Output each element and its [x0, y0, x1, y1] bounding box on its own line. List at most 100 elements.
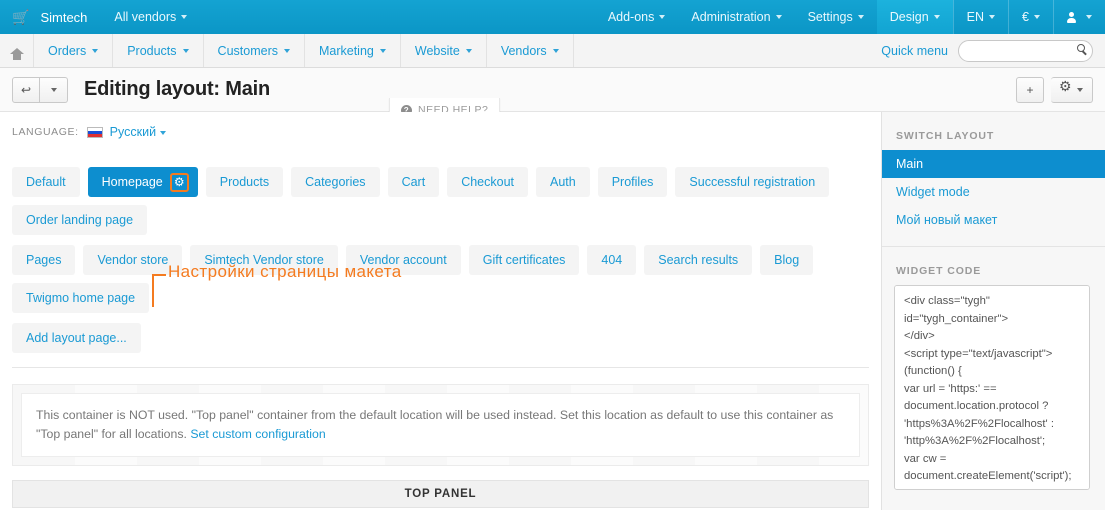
chevron-down-icon	[181, 15, 188, 19]
nav-item-products[interactable]: Products	[113, 34, 204, 67]
tab-twigmo-home-page[interactable]: Twigmo home page	[12, 283, 150, 313]
tab-checkout[interactable]: Checkout	[447, 167, 528, 197]
chevron-down-icon	[552, 48, 559, 53]
nav-item-vendors[interactable]: Vendors	[487, 34, 574, 67]
tab-homepage[interactable]: Homepage ⚙	[87, 167, 198, 197]
container-notice: This container is NOT used. "Top panel" …	[21, 393, 860, 458]
vendor-selector[interactable]: All vendors	[101, 0, 200, 34]
add-button[interactable]: +	[1016, 76, 1044, 103]
widget-code-textarea[interactable]: <div class="tygh" id="tygh_container"> <…	[894, 285, 1090, 490]
sidebar-layout-widget-mode[interactable]: Widget mode	[882, 178, 1105, 206]
top-bar-right: Add-ons Administration Settings Design E…	[595, 0, 1105, 34]
tab-vendor-account[interactable]: Vendor account	[345, 245, 461, 275]
tab-homepage-label: Homepage	[101, 175, 163, 189]
tab-successful-registration[interactable]: Successful registration	[675, 167, 830, 197]
nav-item-products-label: Products	[127, 43, 177, 58]
tab-cart[interactable]: Cart	[387, 167, 440, 197]
user-account-icon	[1067, 11, 1076, 23]
layout-page-tabs-row-2: Pages Vendor store Simtech Vendor store …	[12, 235, 869, 313]
menu-design[interactable]: Design	[876, 0, 953, 34]
gear-icon[interactable]: ⚙	[169, 172, 189, 192]
nav-item-website-label: Website	[414, 43, 460, 58]
search-box	[958, 39, 1093, 62]
page-body: LANGUAGE: Русский Настройки страницы мак…	[0, 112, 1105, 510]
nav-item-customers-label: Customers	[217, 43, 278, 58]
sidebar-layout-custom[interactable]: Мой новый макет	[882, 206, 1105, 234]
container-header-top-panel: TOP PANEL	[12, 480, 869, 509]
tab-404[interactable]: 404	[587, 245, 637, 275]
switch-layout-title: SWITCH LAYOUT	[896, 130, 995, 142]
menu-settings[interactable]: Settings	[795, 0, 877, 34]
chevron-down-icon	[182, 48, 189, 53]
tab-default[interactable]: Default	[12, 167, 80, 197]
vendor-selector-label: All vendors	[114, 10, 177, 24]
add-layout-page-button[interactable]: Add layout page...	[12, 323, 141, 353]
top-bar: 🛒 Simtech All vendors Add-ons Administra…	[0, 0, 1105, 34]
language-selector-label: Русский	[109, 125, 157, 139]
layout-page-tabs-row-1: Default Homepage ⚙ Products Categories C…	[12, 139, 869, 235]
chevron-down-icon	[1034, 15, 1040, 19]
tab-auth[interactable]: Auth	[536, 167, 590, 197]
brand-name: Simtech	[40, 9, 88, 25]
tab-blog[interactable]: Blog	[760, 245, 814, 275]
tab-search-results[interactable]: Search results	[644, 245, 753, 275]
nav-home-button[interactable]	[0, 34, 34, 67]
back-button-group: ↩	[12, 76, 68, 103]
nav-item-vendors-label: Vendors	[500, 43, 547, 58]
menu-administration[interactable]: Administration	[678, 0, 794, 34]
chevron-down-icon	[92, 48, 99, 53]
right-sidebar: SWITCH LAYOUT Main Widget mode Мой новый…	[881, 112, 1105, 510]
chevron-down-icon	[283, 48, 290, 53]
set-custom-configuration-link[interactable]: Set custom configuration	[190, 427, 325, 441]
quick-menu-link[interactable]: Quick menu	[881, 44, 948, 58]
settings-dropdown-button[interactable]	[1051, 76, 1093, 103]
sidebar-layout-main[interactable]: Main	[882, 150, 1105, 178]
language-selector[interactable]: Русский	[109, 125, 167, 139]
user-account-menu[interactable]	[1053, 0, 1105, 34]
tab-profiles[interactable]: Profiles	[597, 167, 668, 197]
tab-order-landing-page[interactable]: Order landing page	[12, 205, 148, 235]
back-button[interactable]: ↩	[12, 76, 40, 103]
tab-products[interactable]: Products	[205, 167, 284, 197]
nav-item-marketing[interactable]: Marketing	[305, 34, 401, 67]
chevron-down-icon	[989, 15, 996, 19]
page-title: Editing layout: Main	[84, 78, 270, 100]
ru-flag-icon	[86, 126, 103, 138]
secondary-nav: Orders Products Customers Marketing Webs…	[0, 34, 1105, 68]
tab-vendor-store[interactable]: Vendor store	[83, 245, 183, 275]
chevron-down-icon	[1086, 15, 1092, 19]
chevron-down-icon	[1077, 87, 1083, 92]
tab-gift-certificates[interactable]: Gift certificates	[468, 245, 580, 275]
gear-icon	[1059, 79, 1072, 95]
tab-simtech-vendor-store[interactable]: Simtech Vendor store	[190, 245, 338, 275]
top-bar-left: 🛒 Simtech All vendors	[0, 0, 200, 34]
chevron-down-icon	[933, 15, 940, 19]
language-switcher[interactable]: EN	[952, 0, 1008, 34]
search-input[interactable]	[958, 39, 1093, 62]
currency-switcher-label: €	[1022, 10, 1029, 24]
nav-item-customers[interactable]: Customers	[204, 34, 305, 67]
search-icon[interactable]	[1077, 43, 1085, 52]
nav-item-orders-label: Orders	[48, 43, 87, 58]
tab-categories[interactable]: Categories	[291, 167, 380, 197]
tab-pages[interactable]: Pages	[12, 245, 76, 275]
menu-settings-label: Settings	[807, 10, 853, 24]
chevron-down-icon	[659, 15, 666, 19]
widget-code-title: WIDGET CODE	[896, 265, 982, 277]
widget-code-wrap: <div class="tygh" id="tygh_container"> <…	[882, 285, 1105, 493]
chevron-down-icon	[160, 130, 167, 135]
main-content: LANGUAGE: Русский Настройки страницы мак…	[0, 112, 881, 510]
back-dropdown-button[interactable]	[40, 76, 68, 103]
nav-item-website[interactable]: Website	[401, 34, 487, 67]
currency-switcher[interactable]: €	[1008, 0, 1053, 34]
secondary-nav-right: Quick menu	[881, 34, 1105, 67]
language-switcher-label: EN	[966, 10, 985, 24]
container-notice-text: This container is NOT used. "Top panel" …	[36, 408, 834, 442]
menu-addons[interactable]: Add-ons	[595, 0, 679, 34]
chevron-down-icon	[857, 15, 864, 19]
nav-item-orders[interactable]: Orders	[34, 34, 114, 67]
annotation-pointer-vertical	[152, 274, 154, 307]
language-label: LANGUAGE:	[12, 126, 79, 138]
page-title-bar: ↩ Editing layout: Main + ? NEED HELP?	[0, 68, 1105, 123]
chevron-down-icon	[50, 87, 57, 92]
